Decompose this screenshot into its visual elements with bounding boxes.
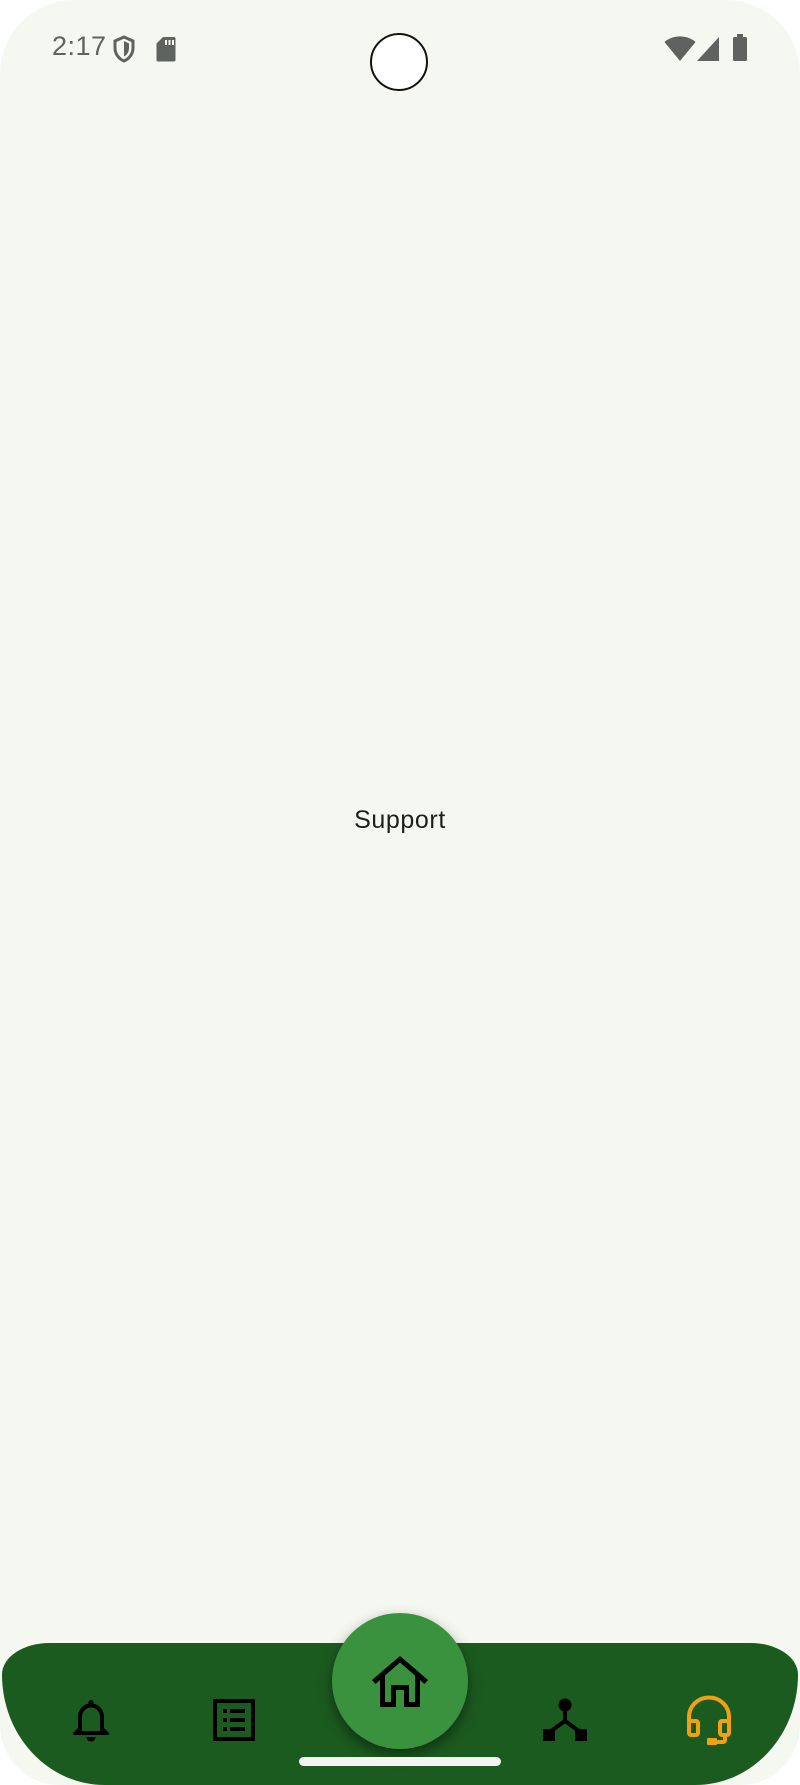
status-time: 2:17 <box>52 31 107 61</box>
status-bar: 2:17 <box>0 0 800 100</box>
shield-icon <box>113 35 135 63</box>
network-icon <box>543 1698 587 1741</box>
gesture-home-indicator[interactable] <box>299 1757 501 1766</box>
camera-cutout <box>370 33 428 91</box>
home-fab-button[interactable] <box>332 1613 468 1749</box>
cell-signal-icon <box>697 37 719 61</box>
bell-icon <box>73 1700 109 1742</box>
nav-support[interactable] <box>679 1690 739 1750</box>
nav-network[interactable] <box>535 1690 595 1750</box>
nav-list[interactable] <box>204 1690 264 1750</box>
list-icon <box>213 1699 255 1741</box>
page-label: Support <box>354 806 446 834</box>
battery-icon <box>733 34 747 61</box>
sd-card-icon <box>156 37 176 62</box>
phone-screen: 2:17 Support <box>0 0 800 1785</box>
nav-notifications[interactable] <box>61 1690 121 1750</box>
wifi-icon <box>664 36 696 61</box>
home-icon <box>372 1656 428 1707</box>
headset-icon <box>687 1695 731 1745</box>
